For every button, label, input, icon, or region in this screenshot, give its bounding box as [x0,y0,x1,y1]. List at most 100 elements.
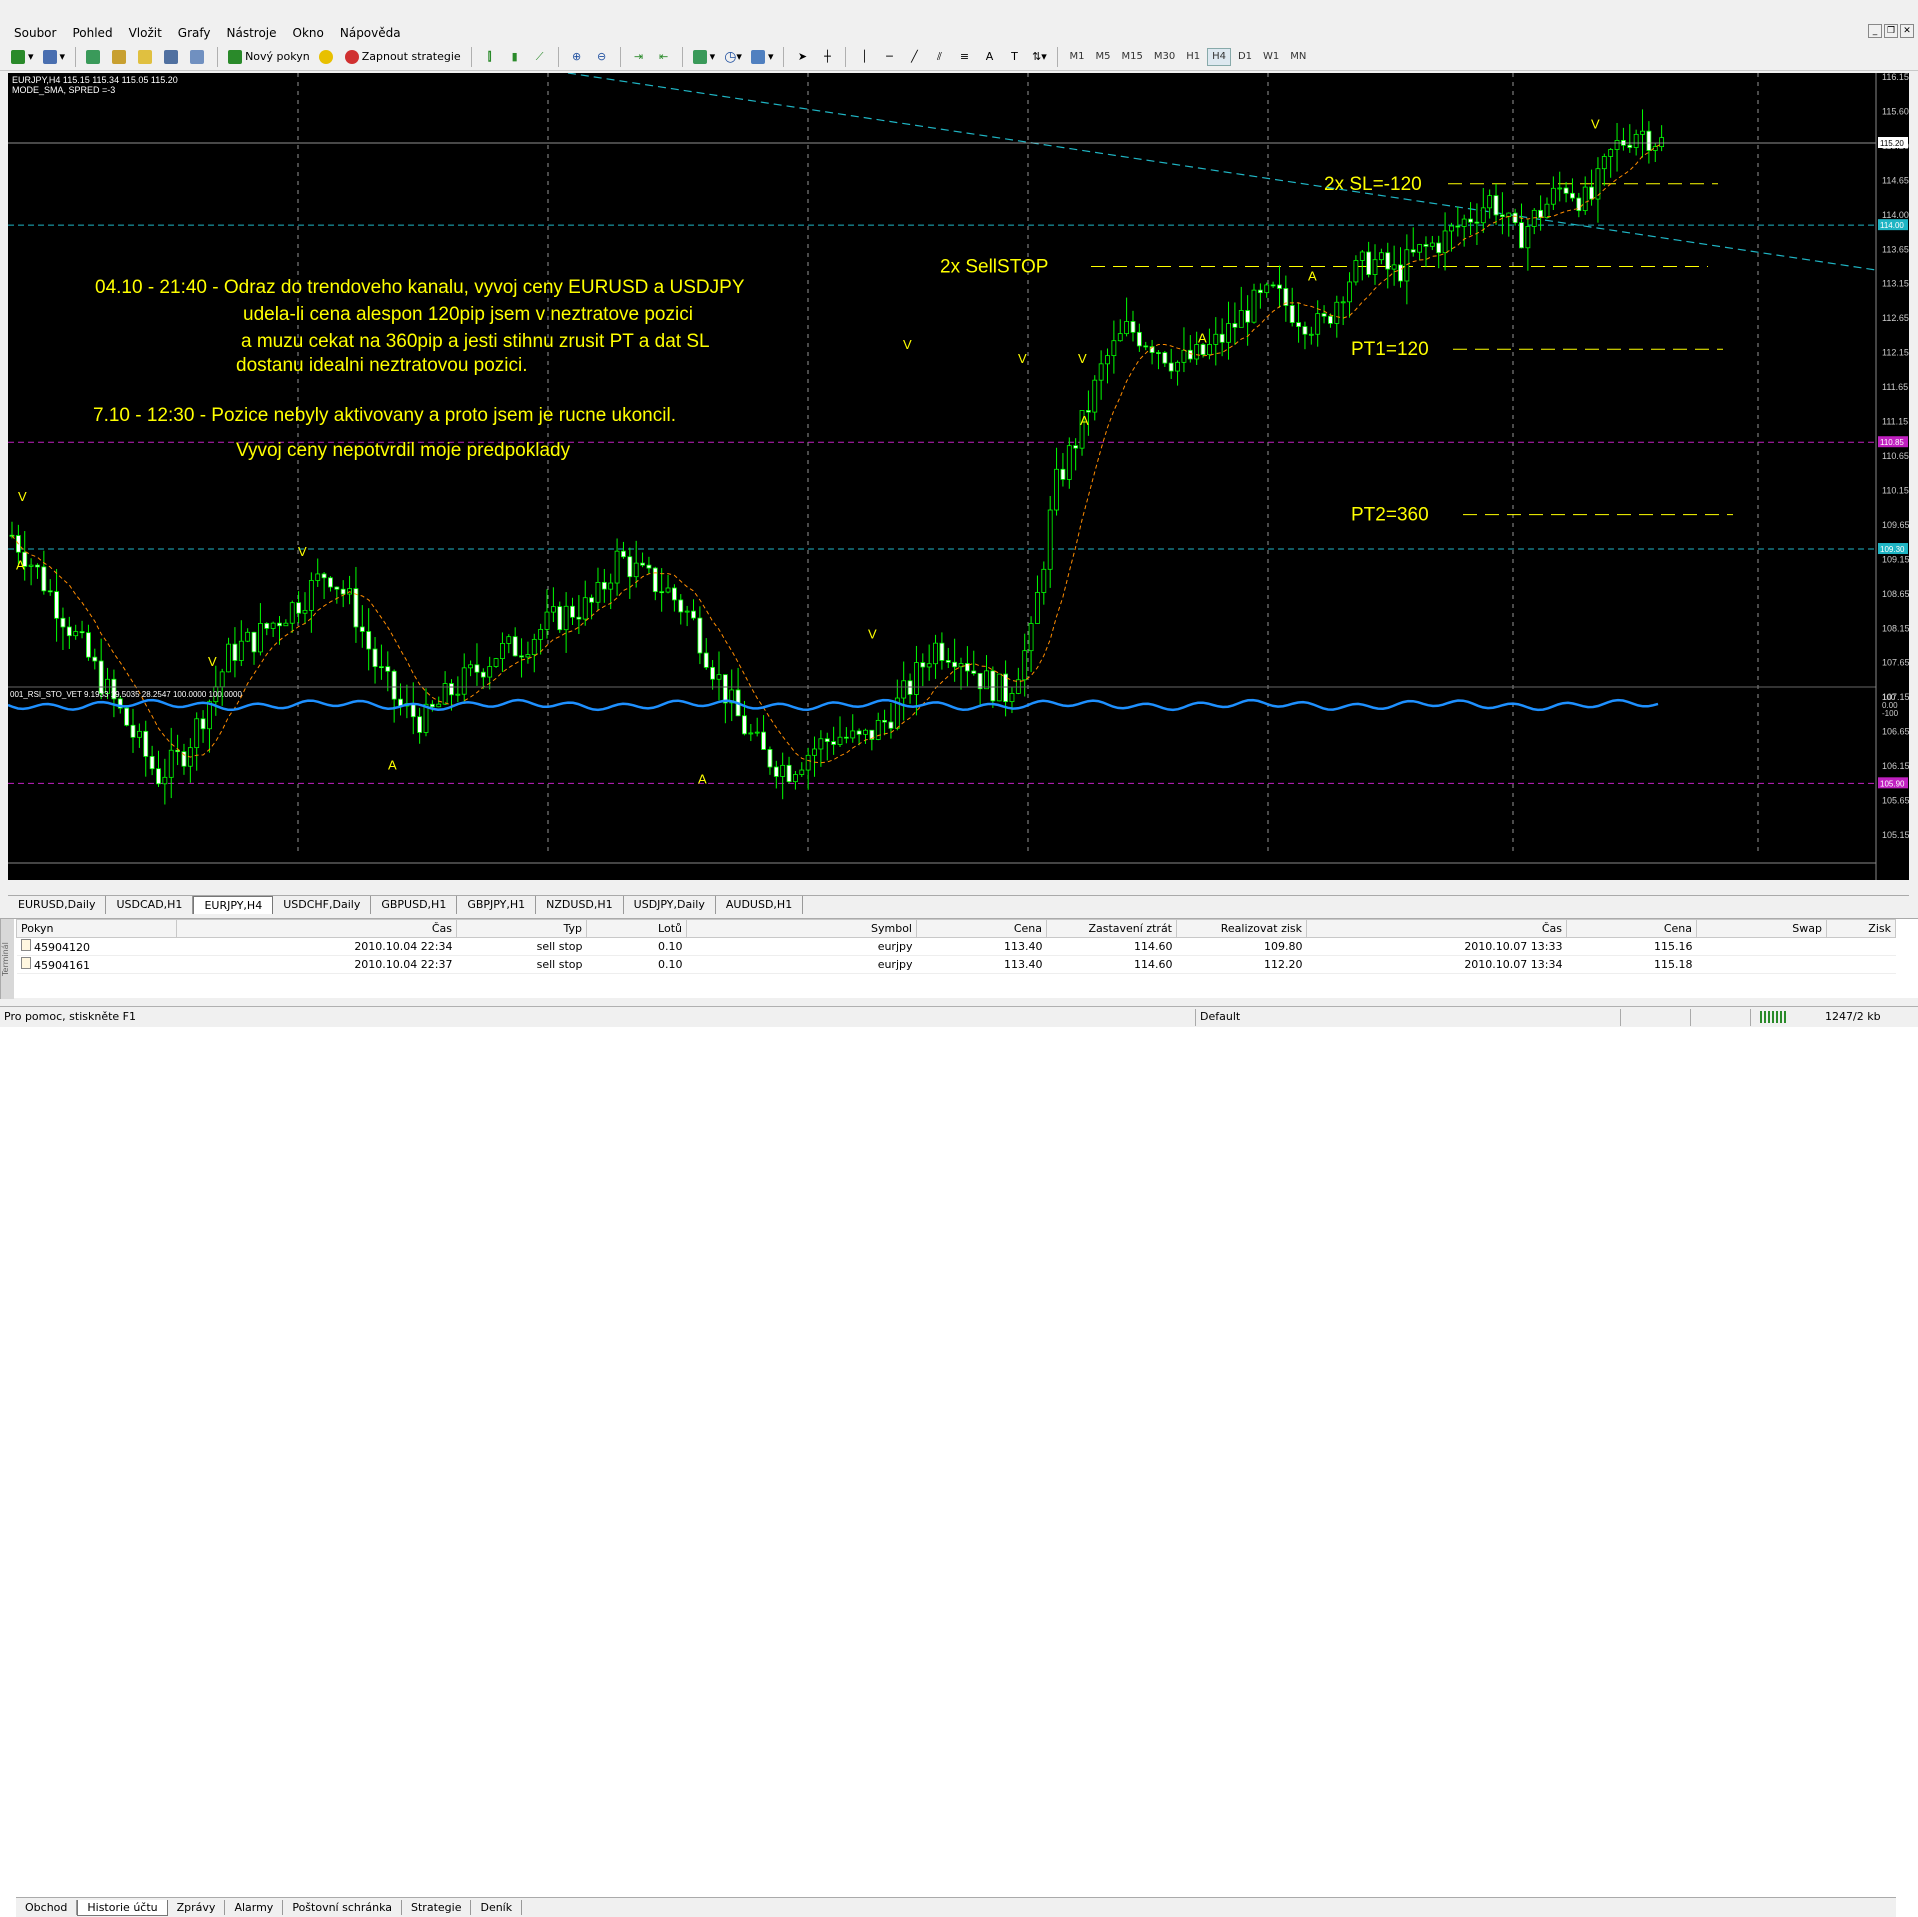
menu-soubor[interactable]: Soubor [6,26,64,40]
tab-historie-uctu[interactable]: Historie účtu [77,1899,168,1916]
market-watch-button[interactable] [83,46,106,68]
expert-advisors-button[interactable]: Zapnout strategie [342,46,464,68]
crosshair-tool[interactable]: ┼ [816,46,838,68]
candle-body [1347,281,1352,303]
metaeditor-button[interactable] [316,46,339,68]
chart-shift-button[interactable]: ⇤ [653,46,675,68]
lots: 0.10 [586,955,687,974]
col-swap[interactable]: Swap [1696,919,1827,938]
arrows-tool[interactable]: ⇅▾ [1028,46,1050,68]
col-profit[interactable]: Zisk [1826,919,1896,938]
new-order-button[interactable]: Nový pokyn [225,46,313,68]
candle-body [1168,362,1174,372]
trendline-tool[interactable]: ╱ [903,46,925,68]
menu-pohled[interactable]: Pohled [64,26,120,40]
tester-button[interactable] [187,46,210,68]
col-open-price[interactable]: Cena [916,919,1047,938]
tab-postovni-schranka[interactable]: Poštovní schránka [283,1900,403,1915]
minimize-icon[interactable]: _ [1868,24,1882,38]
zoom-out-button[interactable]: ⊖ [591,46,613,68]
timeframe-m30[interactable]: M30 [1150,48,1179,66]
profiles-button[interactable]: ▾ [40,46,69,68]
col-stop-loss[interactable]: Zastavení ztrát [1046,919,1177,938]
candle-body [136,730,142,738]
menu-nastroje[interactable]: Nástroje [219,26,285,40]
status-help-text: Pro pomoc, stiskněte F1 [4,1010,136,1023]
col-symbol[interactable]: Symbol [686,919,917,938]
chart-tab-usdcad-h1[interactable]: USDCAD,H1 [106,896,194,914]
timeframe-m1[interactable]: M1 [1065,48,1088,66]
timeframe-h1[interactable]: H1 [1182,48,1204,66]
tab-alarmy[interactable]: Alarmy [225,1900,284,1915]
timeframe-mn[interactable]: MN [1286,48,1310,66]
candle-body [646,564,652,569]
chart-tab-eurusd-daily[interactable]: EURUSD,Daily [8,896,107,914]
timeframe-m15[interactable]: M15 [1117,48,1146,66]
candle-body [1449,225,1454,232]
tab-obchod[interactable]: Obchod [16,1900,78,1915]
channel-tool[interactable]: ⫽ [928,46,950,68]
new-chart-icon [11,49,25,64]
tab-denik[interactable]: Deník [471,1900,523,1915]
arrows-icon: ⇅▾ [1032,50,1047,63]
horizontal-line-tool[interactable]: ─ [878,46,900,68]
line-chart-button[interactable]: ⟋ [529,46,551,68]
candle-body [493,658,499,667]
chart-tab-nzdusd-h1[interactable]: NZDUSD,H1 [536,896,624,914]
navigator-button[interactable] [109,46,132,68]
candle-chart-button[interactable]: ▮ [504,46,526,68]
timeframe-m5[interactable]: M5 [1091,48,1114,66]
menu-okno[interactable]: Okno [285,26,332,40]
candle-body [232,643,238,661]
close-icon[interactable]: ✕ [1900,24,1914,38]
fibonacci-tool[interactable]: ≡ [953,46,975,68]
new-chart-button[interactable]: ▾ [8,46,37,68]
tab-strategie[interactable]: Strategie [402,1900,472,1915]
table-row[interactable]: 45904161 2010.10.04 22:37 sell stop 0.10… [16,955,1896,974]
menu-grafy[interactable]: Grafy [170,26,219,40]
text-tool[interactable]: A [978,46,1000,68]
col-close-time[interactable]: Čas [1306,919,1567,938]
annotation-line-1: 04.10 - 21:40 - Odraz do trendoveho kana… [95,277,745,298]
price-tick: 107.65 [1882,658,1909,668]
text-label-tool[interactable]: T [1003,46,1025,68]
lots: 0.10 [586,937,687,956]
chart-tab-usdchf-daily[interactable]: USDCHF,Daily [273,896,372,914]
chart-tab-usdjpy-daily[interactable]: USDJPY,Daily [624,896,716,914]
vertical-line-tool[interactable]: │ [853,46,875,68]
col-type[interactable]: Typ [456,919,587,938]
zoom-in-button[interactable]: ⊕ [566,46,588,68]
candle-body [1544,203,1550,218]
col-close-price[interactable]: Cena [1566,919,1697,938]
col-lots[interactable]: Lotů [586,919,687,938]
col-order[interactable]: Pokyn [16,919,177,938]
chart-tab-audusd-h1[interactable]: AUDUSD,H1 [716,896,804,914]
chart-tab-eurjpy-h4[interactable]: EURJPY,H4 [193,896,274,914]
menu-vlozit[interactable]: Vložit [121,26,170,40]
chart-tab-gbpusd-h1[interactable]: GBPUSD,H1 [371,896,458,914]
col-open-time[interactable]: Čas [176,919,457,938]
table-row[interactable]: 45904120 2010.10.04 22:34 sell stop 0.10… [16,937,1896,956]
timeframe-d1[interactable]: D1 [1234,48,1256,66]
auto-scroll-button[interactable]: ⇥ [628,46,650,68]
indicators-button[interactable]: ▾ [690,46,719,68]
fractal-marker: V [1591,117,1600,132]
restore-icon[interactable]: ❐ [1884,24,1898,38]
bar-chart-button[interactable]: ⫿ [479,46,501,68]
cursor-tool[interactable]: ➤ [791,46,813,68]
profit [1826,955,1896,974]
tab-zpravy[interactable]: Zprávy [168,1900,226,1915]
favorites-button[interactable] [135,46,158,68]
candle-body [1468,218,1473,223]
price-chart[interactable]: 2x SL=-120 2x SellSTOP PT1=120 PT2=360 V A V V… [8,73,1909,880]
timeframe-h4[interactable]: H4 [1207,47,1231,66]
candle-body [684,610,690,613]
chart-tab-gbpjpy-h1[interactable]: GBPJPY,H1 [457,896,537,914]
terminal-button[interactable] [161,46,184,68]
templates-button[interactable]: ▾ [748,46,777,68]
candle-body [888,721,894,729]
menu-napoveda[interactable]: Nápověda [332,26,409,40]
periods-button[interactable]: ◷ ▾ [721,46,745,68]
col-take-profit[interactable]: Realizovat zisk [1176,919,1307,938]
timeframe-w1[interactable]: W1 [1259,48,1283,66]
